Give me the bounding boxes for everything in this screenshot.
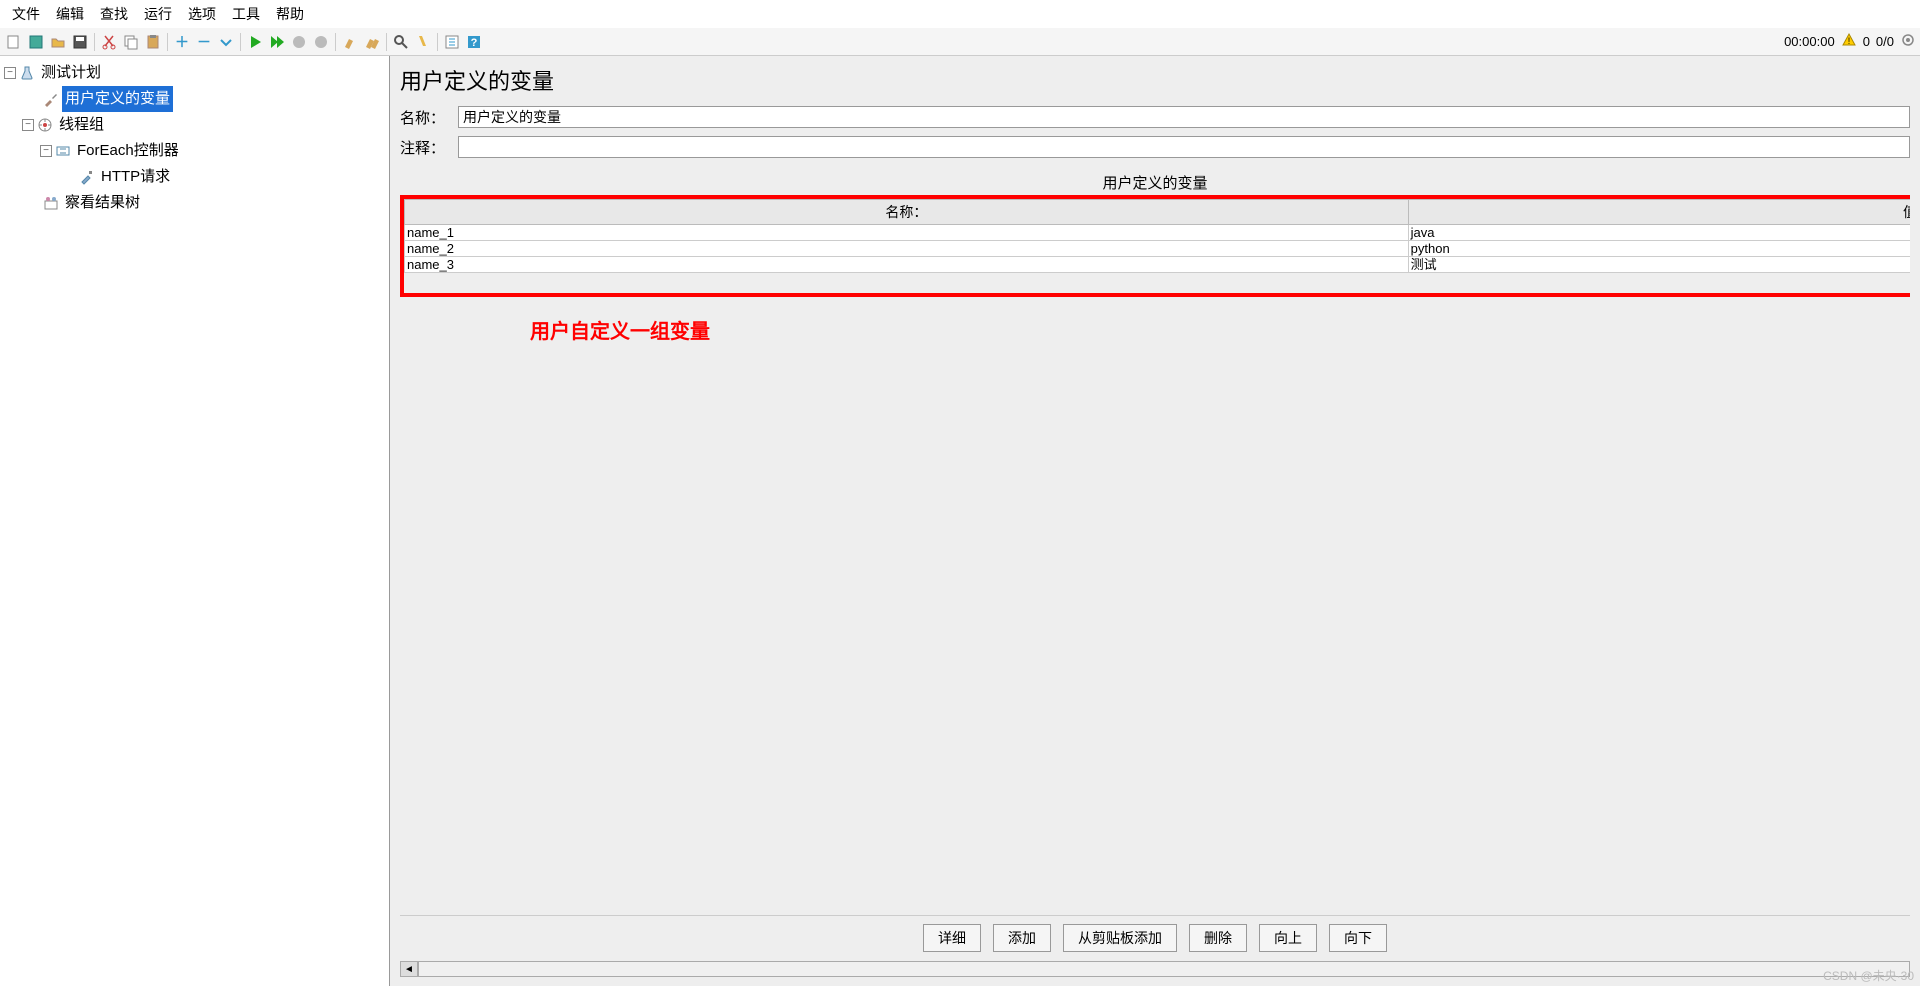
menu-help[interactable]: 帮助 xyxy=(268,2,312,26)
tree-http-request[interactable]: HTTP请求 xyxy=(4,164,385,190)
tree-panel: − 测试计划 用户定义的变量 − 线程组 − ForEach控制器 xyxy=(0,56,390,986)
collapse-toggle-icon[interactable]: − xyxy=(40,145,52,157)
add-button[interactable]: 添加 xyxy=(993,924,1051,952)
pipette-icon xyxy=(78,168,96,186)
elapsed-time: 00:00:00 xyxy=(1784,34,1835,49)
stop-icon[interactable] xyxy=(289,32,309,52)
expand-icon[interactable]: ＋ xyxy=(172,32,192,52)
table-row[interactable]: name_2 python xyxy=(405,241,1911,257)
watermark: CSDN @未央·30 xyxy=(1823,967,1914,984)
comment-input[interactable] xyxy=(458,136,1910,158)
search-icon[interactable] xyxy=(391,32,411,52)
horizontal-scrollbar[interactable]: ◄ xyxy=(400,960,1910,978)
delete-button[interactable]: 删除 xyxy=(1189,924,1247,952)
collapse-toggle-icon[interactable]: − xyxy=(4,67,16,79)
svg-text:?: ? xyxy=(471,37,478,49)
name-input[interactable] xyxy=(458,106,1910,128)
run-notimers-icon[interactable] xyxy=(267,32,287,52)
up-button[interactable]: 向上 xyxy=(1259,924,1317,952)
save-icon[interactable] xyxy=(70,32,90,52)
col-value[interactable]: 值 xyxy=(1408,200,1910,225)
collapse-toggle-icon[interactable]: − xyxy=(22,119,34,131)
comment-label: 注释： xyxy=(400,137,450,158)
menu-run[interactable]: 运行 xyxy=(136,2,180,26)
help-icon[interactable]: ? xyxy=(464,32,484,52)
menu-search[interactable]: 查找 xyxy=(92,2,136,26)
thread-count: 0/0 xyxy=(1876,34,1894,49)
toggle-icon[interactable] xyxy=(216,32,236,52)
variables-table[interactable]: 名称： 值 描述 name_1 java xyxy=(404,199,1910,273)
annotation-text: 用户自定义一组变量 xyxy=(530,315,1910,344)
clear-all-icon[interactable] xyxy=(362,32,382,52)
down-button[interactable]: 向下 xyxy=(1329,924,1387,952)
clipboard-add-button[interactable]: 从剪贴板添加 xyxy=(1063,924,1177,952)
run-icon[interactable] xyxy=(245,32,265,52)
open-icon[interactable] xyxy=(48,32,68,52)
tree-test-plan[interactable]: − 测试计划 xyxy=(4,60,385,86)
tree-user-vars[interactable]: 用户定义的变量 xyxy=(4,86,385,112)
tree-foreach[interactable]: − ForEach控制器 xyxy=(4,138,385,164)
toolbar: ＋ － ? 00:00:00 ! 0 0/0 xyxy=(0,28,1920,56)
menu-edit[interactable]: 编辑 xyxy=(48,2,92,26)
shutdown-icon[interactable] xyxy=(311,32,331,52)
thread-icon xyxy=(36,116,54,134)
gear-icon[interactable] xyxy=(1900,32,1916,51)
panel-title: 用户定义的变量 xyxy=(400,64,1910,96)
menu-file[interactable]: 文件 xyxy=(4,2,48,26)
section-title: 用户定义的变量 xyxy=(400,172,1910,193)
reset-search-icon[interactable] xyxy=(413,32,433,52)
scroll-left-icon[interactable]: ◄ xyxy=(400,961,418,977)
menu-options[interactable]: 选项 xyxy=(180,2,224,26)
detail-button[interactable]: 详细 xyxy=(923,924,981,952)
tools-icon xyxy=(42,90,60,108)
content-panel: 用户定义的变量 名称： 注释： 用户定义的变量 名称： xyxy=(390,56,1920,986)
cut-icon[interactable] xyxy=(99,32,119,52)
tree-result-tree[interactable]: 察看结果树 xyxy=(4,190,385,216)
controller-icon xyxy=(54,142,72,160)
variables-table-highlight: 名称： 值 描述 name_1 java xyxy=(400,195,1910,297)
flask-icon xyxy=(18,64,36,82)
svg-text:!: ! xyxy=(1847,36,1850,46)
menubar: 文件 编辑 查找 运行 选项 工具 帮助 xyxy=(0,0,1920,28)
table-row[interactable]: name_1 java xyxy=(405,225,1911,241)
tree-thread-group[interactable]: − 线程组 xyxy=(4,112,385,138)
name-label: 名称： xyxy=(400,107,450,128)
clear-icon[interactable] xyxy=(340,32,360,52)
menu-tools[interactable]: 工具 xyxy=(224,2,268,26)
paste-icon[interactable] xyxy=(143,32,163,52)
warning-icon[interactable]: ! xyxy=(1841,32,1857,51)
new-icon[interactable] xyxy=(4,32,24,52)
col-name[interactable]: 名称： xyxy=(405,200,1409,225)
collapse-icon[interactable]: － xyxy=(194,32,214,52)
results-icon xyxy=(42,194,60,212)
button-row: 详细 添加 从剪贴板添加 删除 向上 向下 xyxy=(400,915,1910,960)
warning-count: 0 xyxy=(1863,34,1870,49)
templates-icon[interactable] xyxy=(26,32,46,52)
function-icon[interactable] xyxy=(442,32,462,52)
copy-icon[interactable] xyxy=(121,32,141,52)
table-row[interactable]: name_3 测试 xyxy=(405,257,1911,273)
